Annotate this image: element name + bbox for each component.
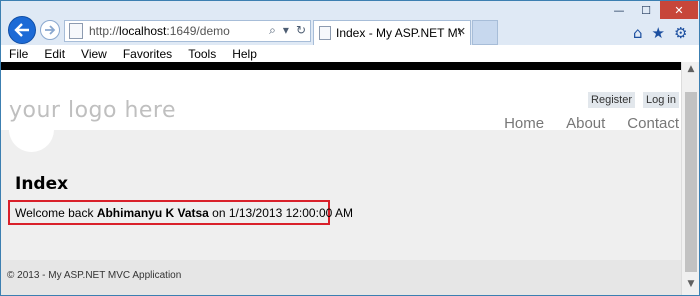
- scroll-down-icon[interactable]: ▼: [684, 279, 698, 293]
- footer-text: © 2013 - My ASP.NET MVC Application: [7, 270, 182, 281]
- close-window-button[interactable]: ✕: [660, 1, 698, 19]
- new-tab-button[interactable]: [472, 20, 498, 45]
- home-icon[interactable]: ⌂: [633, 24, 643, 42]
- main-content: [1, 130, 681, 260]
- page-title: Index: [15, 174, 69, 194]
- menu-tools[interactable]: Tools: [188, 47, 216, 61]
- page-icon: [69, 23, 83, 39]
- page-icon: [319, 26, 331, 40]
- browser-icons: ⌂ ★ ⚙: [633, 24, 687, 42]
- maximize-button[interactable]: ☐: [634, 1, 658, 19]
- welcome-suffix: on 1/13/2013 12:00:00 AM: [208, 205, 353, 220]
- site-logo[interactable]: your logo here: [9, 98, 176, 123]
- scroll-thumb[interactable]: [685, 92, 697, 272]
- forward-arrow-icon[interactable]: [40, 20, 60, 40]
- menu-edit[interactable]: Edit: [44, 47, 65, 61]
- welcome-prefix: Welcome back: [15, 205, 97, 220]
- tab-label: Index - My ASP.NET MVC A...: [336, 26, 461, 40]
- close-tab-icon[interactable]: ✕: [457, 25, 466, 38]
- address-text[interactable]: http://localhost:1649/demo: [89, 24, 230, 38]
- welcome-user: Abhimanyu K Vatsa: [96, 205, 209, 220]
- site-header: your logo here Register Log in Home Abou…: [1, 70, 681, 132]
- star-icon[interactable]: ★: [652, 24, 665, 42]
- gear-icon[interactable]: ⚙: [674, 24, 687, 42]
- menu-favorites[interactable]: Favorites: [123, 47, 172, 61]
- welcome-message: Welcome back Abhimanyu K Vatsa on 1/13/2…: [8, 200, 353, 225]
- menu-bar: File Edit View Favorites Tools Help: [1, 45, 699, 62]
- site-footer: © 2013 - My ASP.NET MVC Application: [1, 260, 681, 295]
- browser-toolbar: http://localhost:1649/demo ⌕ ▾ ↻ Index -…: [1, 1, 699, 45]
- refresh-icon[interactable]: ↻: [296, 23, 306, 38]
- vertical-scrollbar[interactable]: ▲ ▼: [681, 62, 699, 295]
- tab-index[interactable]: Index - My ASP.NET MVC A... ✕: [313, 20, 471, 45]
- login-links: Register Log in: [588, 92, 679, 108]
- scroll-up-icon[interactable]: ▲: [684, 64, 698, 78]
- menu-file[interactable]: File: [9, 47, 28, 61]
- register-link[interactable]: Register: [588, 92, 636, 108]
- browser-window: http://localhost:1649/demo ⌕ ▾ ↻ Index -…: [0, 0, 700, 296]
- menu-help[interactable]: Help: [232, 47, 257, 61]
- page-viewport: your logo here Register Log in Home Abou…: [1, 62, 681, 295]
- address-bar[interactable]: http://localhost:1649/demo ⌕ ▾ ↻: [64, 20, 311, 42]
- top-bar: [1, 62, 681, 70]
- dropdown-icon[interactable]: ▾: [283, 23, 289, 38]
- back-arrow-icon[interactable]: [8, 16, 36, 44]
- menu-view[interactable]: View: [81, 47, 107, 61]
- search-icon[interactable]: ⌕: [269, 23, 276, 38]
- address-tools: ⌕ ▾ ↻: [269, 23, 306, 38]
- minimize-button[interactable]: —: [606, 1, 632, 19]
- login-link[interactable]: Log in: [643, 92, 679, 108]
